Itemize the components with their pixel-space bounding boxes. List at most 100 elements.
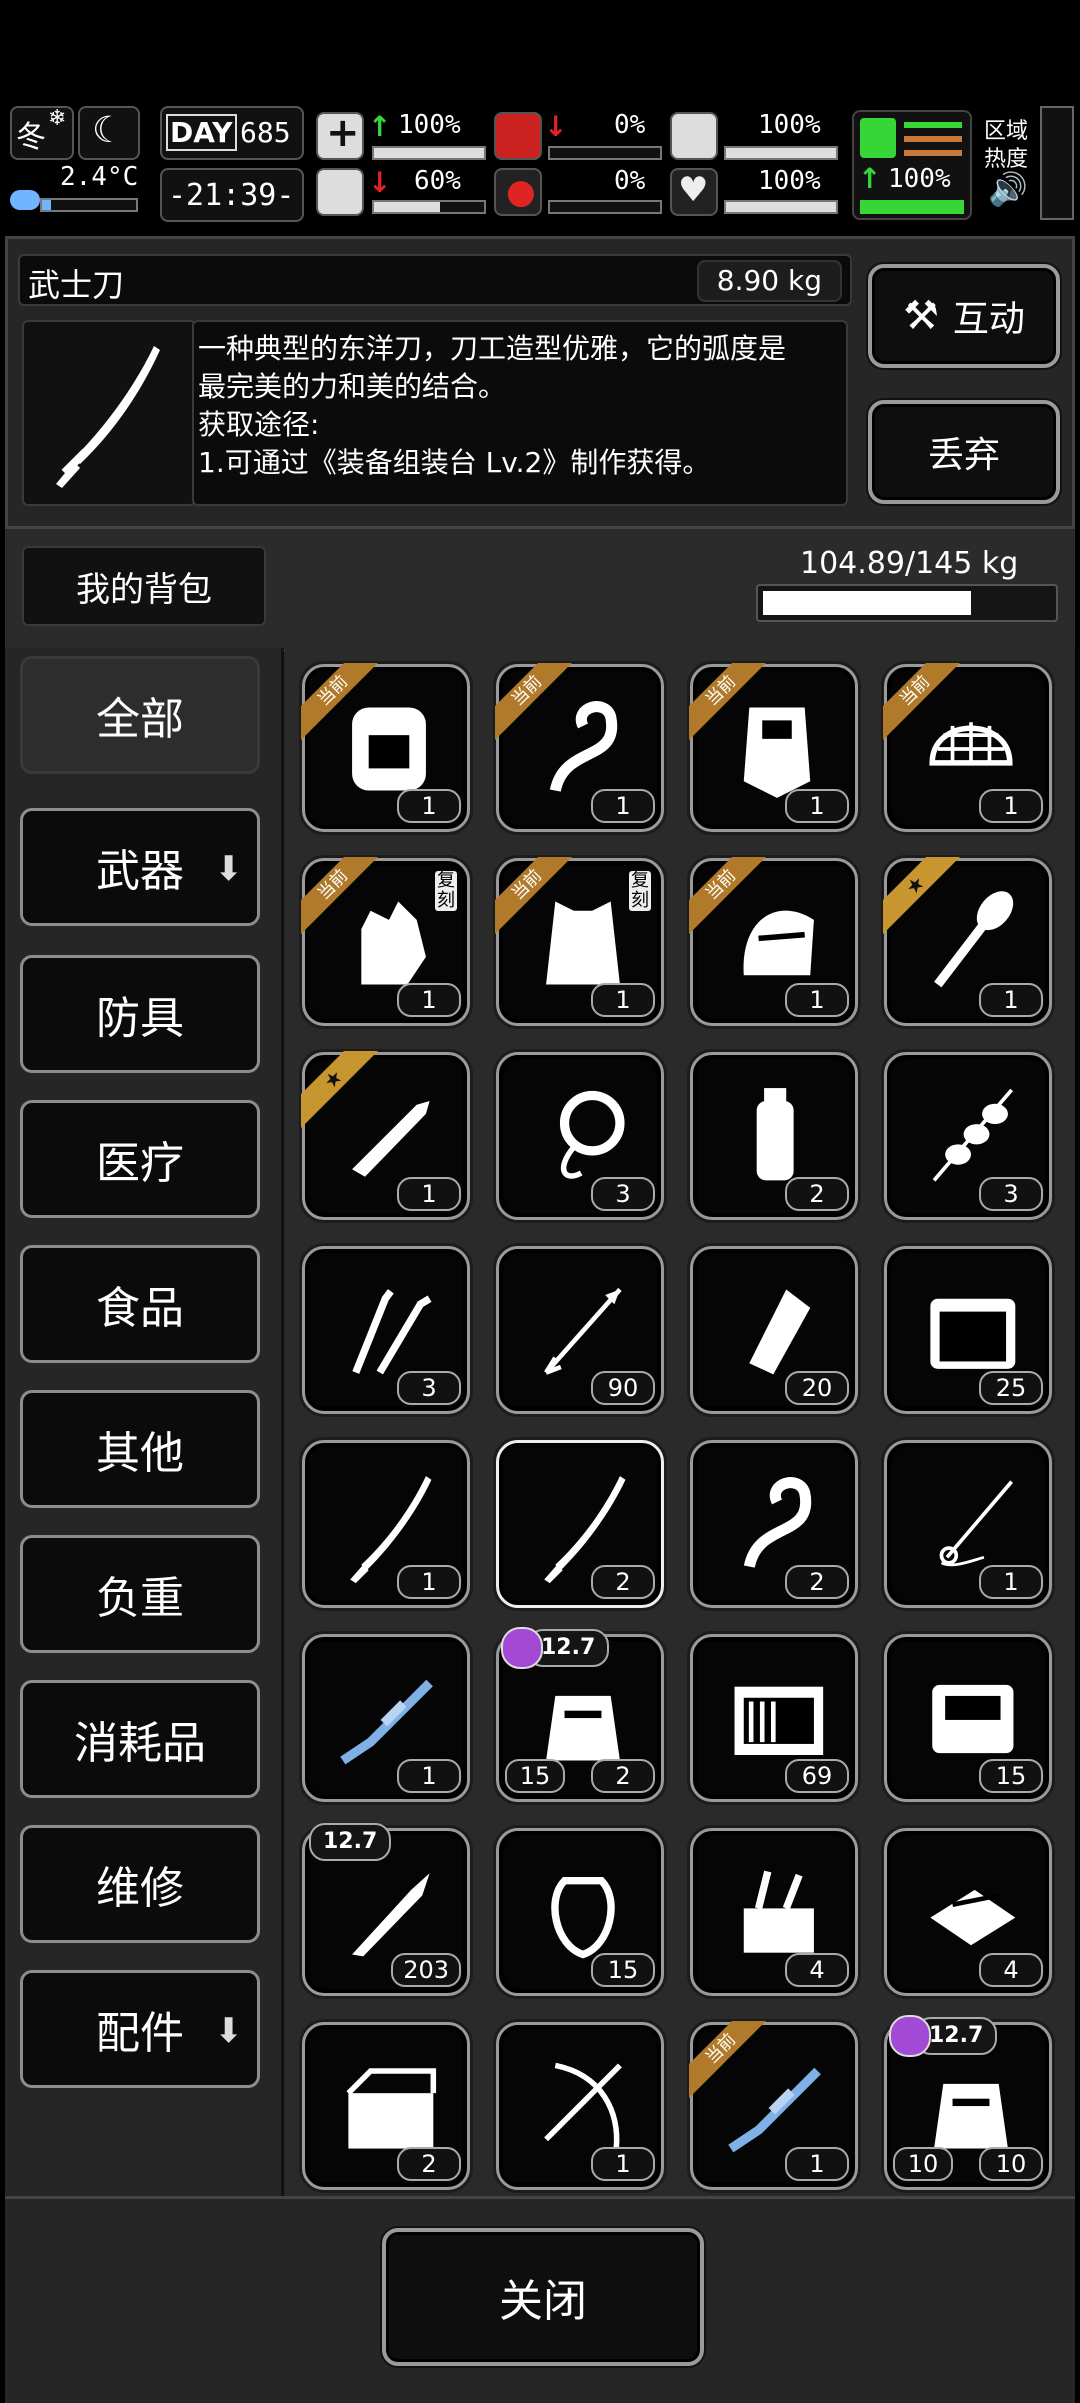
stamina-box: ↑ 100% xyxy=(852,110,972,220)
season-label: 冬 xyxy=(16,120,46,155)
health-up-arrow-icon: ↑ xyxy=(368,110,392,143)
inventory-slot[interactable]: ★ 1 xyxy=(883,857,1052,1026)
item-count: 2 xyxy=(785,1565,849,1599)
description-line: 最完美的力和美的结合。 xyxy=(198,370,507,403)
category-label: 其他 xyxy=(96,1428,184,1479)
sound-icon[interactable]: 🔊 xyxy=(988,170,1028,208)
boot-icon xyxy=(860,118,896,158)
zone-heat-label: 区域热度 xyxy=(984,119,1029,172)
armor-value: 100% xyxy=(758,110,821,140)
inventory-slot[interactable]: 69 xyxy=(690,1634,858,1802)
category-label: 武器 xyxy=(96,846,184,897)
item-count: 1 xyxy=(397,789,461,823)
inventory-slot[interactable]: 12.7 203 xyxy=(302,1823,470,1996)
stamina-value: 100% xyxy=(888,164,951,194)
inventory-slot[interactable]: 3 xyxy=(496,1052,664,1220)
temperature-bar xyxy=(40,198,138,212)
inventory-slot[interactable]: 1 xyxy=(496,2022,664,2190)
stomach-down-arrow-icon: ↓ xyxy=(368,166,392,199)
item-count: 2 xyxy=(785,1177,849,1211)
stomach-bar xyxy=(372,200,486,214)
inventory-slot[interactable]: ★ 1 xyxy=(301,1051,470,1220)
equipped-ribbon: 当前 xyxy=(689,663,767,741)
inventory-slot[interactable]: 当前 1 xyxy=(689,663,858,832)
inventory-slot[interactable]: 12.7 10 10 xyxy=(884,2015,1052,2190)
hammer-icon: ⚒ xyxy=(903,293,939,339)
inventory-slot[interactable]: 1 xyxy=(884,1440,1052,1608)
inventory-slot[interactable]: 3 xyxy=(302,1246,470,1414)
inventory-slot[interactable]: 15 xyxy=(496,1828,664,1996)
category-tab[interactable]: 全部 xyxy=(20,656,260,774)
thermometer-icon xyxy=(10,190,40,210)
inventory-slot[interactable]: 2 xyxy=(496,1440,664,1608)
item-count: 1 xyxy=(591,983,655,1017)
medkit-icon: + xyxy=(316,110,364,160)
inventory-slot[interactable]: 25 xyxy=(884,1246,1052,1414)
category-label: 负重 xyxy=(96,1573,184,1624)
item-name: 武士刀 xyxy=(28,266,125,304)
category-tab[interactable]: 其他 xyxy=(20,1390,260,1508)
clock-value: -21:39- xyxy=(168,178,295,213)
item-preview xyxy=(22,320,196,506)
item-count: 1 xyxy=(397,983,461,1017)
item-description: 一种典型的东洋刀，刀工造型优雅，它的弧度是 最完美的力和美的结合。 获取途径: … xyxy=(192,320,848,506)
inventory-slot[interactable]: 3 xyxy=(884,1052,1052,1220)
health-bar xyxy=(372,146,486,160)
item-count: 10 xyxy=(979,2147,1043,2181)
item-count: 1 xyxy=(397,1759,461,1793)
category-tab[interactable]: 武器 ⬇ xyxy=(20,808,260,926)
inventory-slot[interactable]: 1 xyxy=(302,1440,470,1608)
equipped-label: 当前 xyxy=(495,663,573,741)
category-tab[interactable]: 维修 xyxy=(20,1825,260,1943)
moon-icon: ☾ xyxy=(92,110,125,151)
katana-icon xyxy=(56,346,160,488)
hunger-bar xyxy=(548,146,662,160)
inventory-slot[interactable]: 当前 复刻 1 xyxy=(301,857,470,1026)
moon-box: ☾ xyxy=(78,106,140,160)
inventory-slot[interactable]: 当前 1 xyxy=(883,663,1052,832)
category-label: 全部 xyxy=(96,694,184,745)
category-tab[interactable]: 防具 xyxy=(20,955,260,1073)
inventory-slot[interactable]: 15 xyxy=(884,1634,1052,1802)
inventory-slot[interactable]: 1 xyxy=(302,1634,470,1802)
item-weight: 8.90 kg xyxy=(696,260,842,302)
inventory-slot[interactable]: 2 xyxy=(690,1440,858,1608)
inventory-slot[interactable]: 当前 复刻 1 xyxy=(495,857,664,1026)
equipped-ribbon: 当前 xyxy=(883,663,961,741)
interact-button[interactable]: ⚒ 互动 xyxy=(868,264,1060,368)
inventory-slot[interactable]: 90 xyxy=(496,1246,664,1414)
item-count: 3 xyxy=(397,1371,461,1405)
category-tab[interactable]: 消耗品 xyxy=(20,1680,260,1798)
item-count: 1 xyxy=(397,1565,461,1599)
category-tab[interactable]: 配件 ⬇ xyxy=(20,1970,260,2088)
inventory-slot[interactable]: 12.7 2 15 xyxy=(496,1627,664,1802)
inventory-slot[interactable]: 当前 1 xyxy=(495,663,664,832)
backpack-capacity: 104.89/145 kg xyxy=(800,546,1019,581)
inventory-slot[interactable]: 2 xyxy=(690,1052,858,1220)
inventory-slot[interactable]: 当前 1 xyxy=(689,857,858,1026)
item-count: 4 xyxy=(979,1953,1043,1987)
category-tab[interactable]: 食品 xyxy=(20,1245,260,1363)
inventory-slot[interactable]: 2 xyxy=(302,2022,470,2190)
inventory-slot[interactable]: 当前 1 xyxy=(689,2021,858,2190)
item-count: 3 xyxy=(591,1177,655,1211)
item-count: 1 xyxy=(591,2147,655,2181)
item-count: 20 xyxy=(785,1371,849,1405)
equipped-label: 当前 xyxy=(689,663,767,741)
item-count: 203 xyxy=(391,1953,461,1987)
item-count: 69 xyxy=(785,1759,849,1793)
ammo-type-icon xyxy=(889,2015,931,2057)
item-count: 15 xyxy=(979,1759,1043,1793)
equipped-label: 当前 xyxy=(301,663,379,741)
inventory-slot[interactable]: 当前 1 xyxy=(301,663,470,832)
inventory-slot[interactable]: 20 xyxy=(690,1246,858,1414)
discard-button[interactable]: 丢弃 xyxy=(868,400,1060,504)
category-tab[interactable]: 医疗 xyxy=(20,1100,260,1218)
description-line: 一种典型的东洋刀，刀工造型优雅，它的弧度是 xyxy=(198,332,787,365)
hunger-value: 0% xyxy=(614,110,646,140)
inventory-slot[interactable]: 4 xyxy=(884,1828,1052,1996)
close-button[interactable]: 关闭 xyxy=(382,2228,704,2366)
inventory-slot[interactable]: 4 xyxy=(690,1828,858,1996)
item-count: 1 xyxy=(591,789,655,823)
category-tab[interactable]: 负重 xyxy=(20,1535,260,1653)
